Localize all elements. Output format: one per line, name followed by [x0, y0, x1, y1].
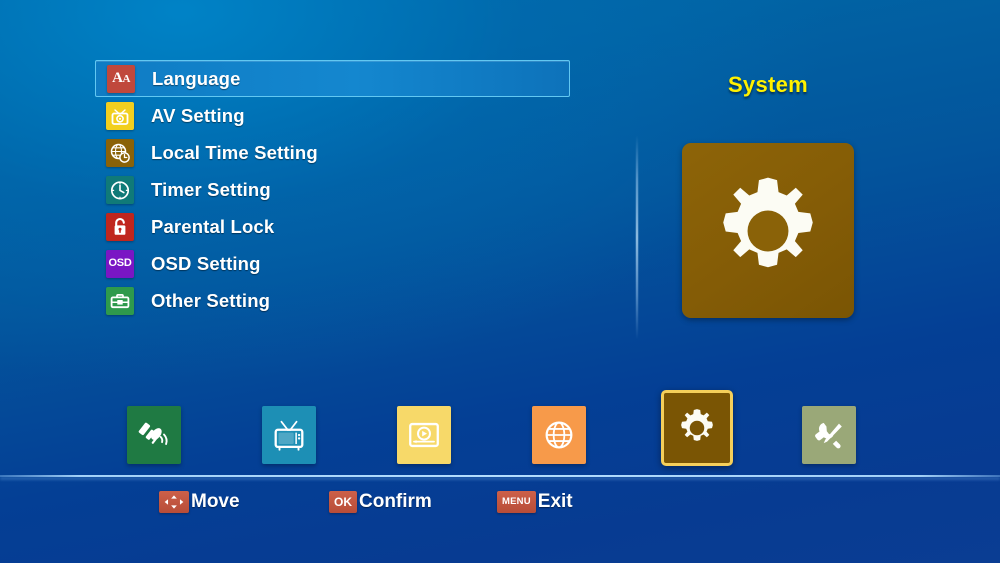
category-network[interactable] — [532, 406, 586, 464]
menu-item-parental-lock[interactable]: Parental Lock — [95, 208, 570, 245]
hint-exit: MENU Exit — [497, 488, 573, 516]
menu-item-local-time-setting[interactable]: Local Time Setting — [95, 134, 570, 171]
toolbox-icon — [106, 286, 134, 315]
menu-item-av-setting[interactable]: AV Setting — [95, 97, 570, 134]
settings-menu-list[interactable]: AA Language AV Setting Local Time Settin… — [95, 60, 570, 319]
horizontal-divider-glow — [0, 477, 1000, 480]
hint-move: Move — [159, 488, 240, 516]
category-system[interactable] — [661, 390, 733, 466]
menu-item-label: Local Time Setting — [151, 141, 318, 163]
preview-tile-system — [682, 143, 854, 318]
menu-item-label: OSD Setting — [151, 252, 261, 274]
category-satellite-installation[interactable] — [127, 406, 181, 464]
hint-label: Move — [191, 491, 240, 512]
page-title: System — [727, 72, 809, 97]
osd-text-icon: OSD — [106, 249, 134, 278]
globe-icon — [545, 421, 573, 449]
menu-item-language[interactable]: AA Language — [95, 60, 570, 97]
menu-item-label: Language — [152, 67, 241, 89]
media-player-icon — [409, 422, 439, 448]
settings-screen: AA Language AV Setting Local Time Settin… — [0, 0, 1000, 563]
category-bar[interactable] — [0, 388, 1000, 474]
menu-item-label: Parental Lock — [151, 215, 275, 237]
gear-icon — [681, 409, 713, 441]
hint-label: Confirm — [359, 491, 432, 512]
tools-icon — [815, 422, 842, 449]
key-hint-bar: Move OK Confirm MENU Exit — [0, 488, 1000, 522]
vertical-divider — [636, 135, 638, 340]
hint-label: Exit — [537, 491, 573, 512]
menu-item-label: Other Setting — [151, 289, 271, 311]
ok-key-icon: OK — [329, 491, 357, 513]
menu-item-other-setting[interactable]: Other Setting — [95, 282, 570, 319]
tv-camera-icon — [106, 101, 134, 130]
gear-icon — [723, 177, 813, 267]
globe-clock-icon — [106, 138, 134, 167]
menu-item-label: AV Setting — [151, 104, 245, 126]
menu-key-icon: MENU — [497, 491, 536, 513]
aa-letters-icon: AA — [107, 64, 135, 93]
osd-label: OSD — [108, 257, 132, 269]
menu-item-label: Timer Setting — [151, 178, 271, 200]
menu-item-osd-setting[interactable]: OSD OSD Setting — [95, 245, 570, 282]
menu-item-timer-setting[interactable]: Timer Setting — [95, 171, 570, 208]
category-channel[interactable] — [262, 406, 316, 464]
padlock-icon — [106, 212, 134, 241]
television-icon — [274, 420, 304, 451]
category-tools[interactable] — [802, 406, 856, 464]
dpad-arrows-icon — [159, 491, 189, 513]
hint-confirm: OK Confirm — [329, 488, 432, 516]
category-media[interactable] — [397, 406, 451, 464]
satellite-dish-icon — [138, 422, 168, 445]
clock-icon — [106, 175, 134, 204]
